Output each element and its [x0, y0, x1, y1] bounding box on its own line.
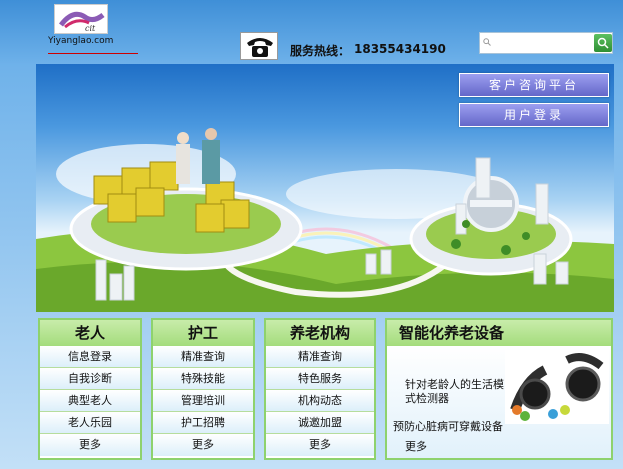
institution-news-link[interactable]: 机构动态	[266, 390, 374, 412]
caregiver-card: 护工 精准查询 特殊技能 管理培训 护工招聘 更多	[151, 318, 255, 460]
caregiver-card-title: 护工	[153, 320, 253, 346]
caregiver-training-link[interactable]: 管理培训	[153, 390, 253, 412]
search-icon	[483, 38, 491, 46]
logo-icon[interactable]: cit	[54, 4, 108, 34]
institution-join-link[interactable]: 诚邀加盟	[266, 412, 374, 434]
heart-wearable-link[interactable]: 预防心脏病可穿戴设备	[393, 418, 503, 434]
search-box	[479, 32, 613, 54]
search-button[interactable]	[594, 34, 612, 52]
user-login-button[interactable]: 用户登录	[459, 103, 609, 127]
elderly-paradise-link[interactable]: 老人乐园	[40, 412, 140, 434]
logo-underline	[48, 53, 138, 54]
institution-card: 养老机构 精准查询 特色服务 机构动态 诚邀加盟 更多	[264, 318, 376, 460]
elderly-self-diagnosis-link[interactable]: 自我诊断	[40, 368, 140, 390]
svg-text:cit: cit	[85, 24, 96, 33]
smart-device-card: 智能化养老设备 针对老龄人的生活模式检测器 预防心脏病可穿戴设备 更多	[385, 318, 613, 460]
lifestyle-monitor-link[interactable]: 针对老龄人的生活模式检测器	[405, 378, 505, 406]
caregiver-recruit-link[interactable]: 护工招聘	[153, 412, 253, 434]
elderly-typical-link[interactable]: 典型老人	[40, 390, 140, 412]
hero-illustration	[36, 128, 614, 312]
header: cit Yiyanglao.com 服务热线： 18355434190	[0, 0, 623, 62]
elderly-info-login-link[interactable]: 信息登录	[40, 346, 140, 368]
caregiver-special-skills-link[interactable]: 特殊技能	[153, 368, 253, 390]
wearable-device-image[interactable]	[505, 350, 609, 424]
elderly-more-link[interactable]: 更多	[40, 434, 140, 456]
institution-special-service-link[interactable]: 特色服务	[266, 368, 374, 390]
smart-device-card-title: 智能化养老设备	[387, 320, 611, 346]
elderly-card: 老人 信息登录 自我诊断 典型老人 老人乐园 更多	[38, 318, 142, 460]
institution-precise-search-link[interactable]: 精准查询	[266, 346, 374, 368]
hero-banner: 客户咨询平台 用户登录	[36, 64, 614, 312]
caregiver-precise-search-link[interactable]: 精准查询	[153, 346, 253, 368]
elderly-card-title: 老人	[40, 320, 140, 346]
smart-device-body: 针对老龄人的生活模式检测器 预防心脏病可穿戴设备 更多	[387, 346, 611, 458]
logo-text: Yiyanglao.com	[48, 36, 114, 46]
institution-card-title: 养老机构	[266, 320, 374, 346]
search-button-icon	[597, 37, 609, 49]
institution-more-link[interactable]: 更多	[266, 434, 374, 456]
search-input[interactable]	[480, 33, 594, 53]
hotline-label: 服务热线：	[290, 44, 351, 58]
hotline-number: 18355434190	[354, 42, 446, 56]
caregiver-more-link[interactable]: 更多	[153, 434, 253, 456]
consult-platform-button[interactable]: 客户咨询平台	[459, 73, 609, 97]
phone-icon	[240, 32, 278, 60]
smart-device-more-link[interactable]: 更多	[405, 438, 427, 454]
